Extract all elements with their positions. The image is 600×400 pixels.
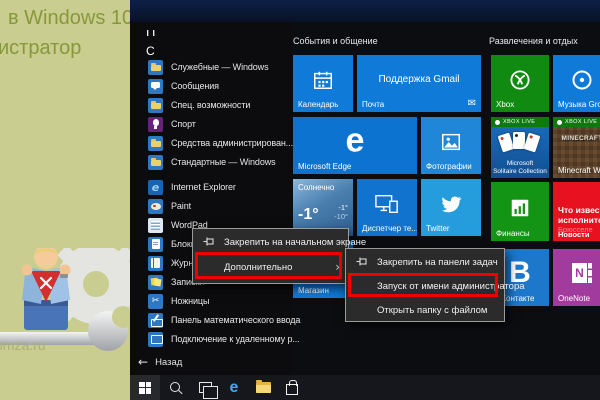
envelope-icon: ✉ (468, 98, 476, 109)
paint-icon (148, 199, 163, 214)
taskbar-store-button[interactable] (277, 375, 307, 400)
folder-icon (148, 136, 163, 151)
task-view-button[interactable] (190, 375, 220, 400)
finance-chart-icon (509, 197, 531, 219)
menu-item-open-file-location[interactable]: Открыть папку с файлом (346, 299, 504, 321)
tile-xbox[interactable]: Xbox (491, 55, 549, 112)
photos-icon (440, 131, 462, 153)
sticky-notes-icon (148, 275, 163, 290)
annotation-box-run-as-admin (348, 273, 498, 297)
back-button[interactable]: ← Назад (138, 355, 182, 369)
wordpad-icon (148, 218, 163, 233)
sport-icon (148, 117, 163, 132)
taskbar-edge-button[interactable]: e (219, 375, 249, 400)
watermark: omza.ru (0, 337, 46, 353)
tile-mail[interactable]: Поддержка Gmail Почта ✉ (357, 55, 481, 112)
pin-icon (202, 235, 215, 248)
section-letter[interactable]: С (146, 44, 155, 58)
calendar-icon (312, 69, 334, 91)
search-icon (169, 381, 183, 395)
context-submenu: Закрепить на панели задач Запуск от имен… (345, 248, 505, 322)
scissors-icon: ✂ (148, 294, 163, 309)
task-view-icon (199, 382, 212, 393)
xbox-icon (508, 68, 532, 92)
math-input-icon (148, 313, 163, 328)
tile-onenote[interactable]: N OneNote (553, 249, 600, 306)
taskbar-search-button[interactable] (161, 375, 191, 400)
mail-notification: Поддержка Gmail (357, 74, 481, 85)
messages-icon (148, 79, 163, 94)
tile-edge[interactable]: e Microsoft Edge (293, 117, 417, 174)
edge-icon: e (230, 380, 239, 396)
notepad-icon (148, 237, 163, 252)
menu-item-pin-to-start[interactable]: Закрепить на начальном экране (193, 231, 348, 253)
twitter-bird-icon (439, 192, 463, 216)
playing-card (498, 133, 515, 153)
sidebar-banner: в Windows 10 · истратор omza. (0, 0, 130, 400)
onenote-icon: N (572, 263, 592, 283)
journal-icon (148, 256, 163, 271)
devices-icon (375, 194, 399, 214)
app-list: П С Служебные — Windows Сообщения Новое … (130, 22, 293, 375)
annotation-box-more (195, 252, 342, 279)
tile-calendar[interactable]: Календарь (293, 55, 353, 112)
store-bag-icon (286, 384, 298, 395)
banner-title-line2: истратор (0, 37, 81, 60)
minecraft-logo: MINECRAFT (553, 135, 600, 142)
tile-group-title-events: События и общение (293, 36, 378, 46)
tile-finance[interactable]: Финансы (491, 182, 549, 241)
pin-icon (355, 255, 368, 268)
playing-card (524, 133, 541, 153)
taskbar-file-explorer-button[interactable] (248, 375, 278, 400)
banner-title-line1: в Windows 10 · (8, 7, 130, 30)
folder-icon (148, 98, 163, 113)
groove-icon (570, 68, 594, 92)
tile-news[interactable]: Что извест исполните Брюсселе Новости (553, 182, 600, 241)
folder-icon (148, 60, 163, 75)
xbox-live-banner: XBOX LIVE (553, 117, 600, 127)
remote-desktop-icon (148, 332, 163, 347)
taskbar: e (130, 375, 600, 400)
back-arrow-icon: ← (138, 355, 148, 369)
menu-item-pin-to-taskbar[interactable]: Закрепить на панели задач (346, 251, 504, 273)
tile-device-manager[interactable]: Диспетчер те... (357, 179, 417, 236)
tile-minecraft[interactable]: XBOX LIVE MINECRAFT Minecraft W... (553, 117, 600, 178)
tile-twitter[interactable]: Twitter (421, 179, 481, 236)
tile-solitaire[interactable]: XBOX LIVE MicrosoftSolitaire Collection (491, 117, 549, 178)
edge-logo: e (346, 121, 365, 160)
tile-photos[interactable]: Фотографии (421, 117, 481, 174)
file-explorer-icon (256, 382, 271, 393)
start-button[interactable] (130, 375, 160, 400)
windows-logo-icon (139, 382, 151, 394)
desktop-background (130, 0, 600, 22)
tile-group-title-fun: Развлечения и отдых (489, 36, 578, 46)
internet-explorer-icon: e (148, 180, 163, 195)
xbox-live-banner: XBOX LIVE (491, 117, 549, 127)
folder-icon (148, 155, 163, 170)
tile-groove-music[interactable]: Музыка Groove (553, 55, 600, 112)
context-menu: Закрепить на начальном экране Дополнител… (192, 228, 349, 284)
start-menu: П С Служебные — Windows Сообщения Новое … (130, 22, 600, 375)
app-item-remote-desktop[interactable]: Подключение к удаленному р... (148, 330, 398, 348)
news-category-badge: Новости (558, 230, 589, 239)
section-letter-partial: П (146, 30, 155, 39)
